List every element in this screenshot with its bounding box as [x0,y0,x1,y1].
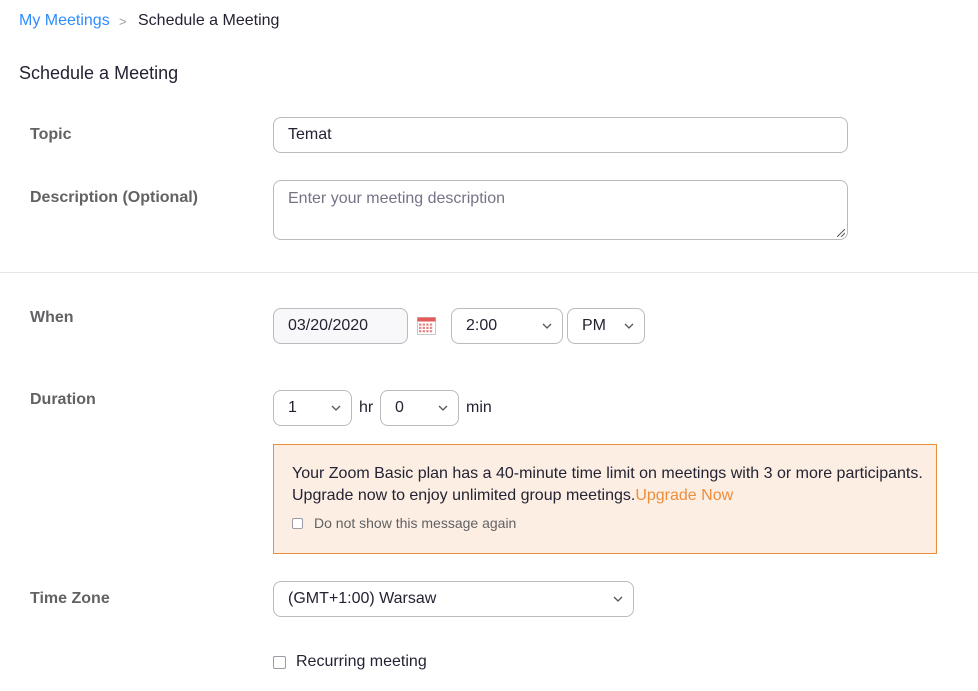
duration-minutes-select[interactable]: 0 [380,390,459,426]
breadcrumb-separator: > [119,14,127,29]
upgrade-now-link[interactable]: Upgrade Now [635,487,733,504]
breadcrumb-current: Schedule a Meeting [138,12,280,29]
section-divider [0,272,978,273]
duration-hours-select[interactable]: 1 [273,390,352,426]
notice-message: Your Zoom Basic plan has a 40-minute tim… [292,465,923,504]
notice-text: Your Zoom Basic plan has a 40-minute tim… [292,463,932,507]
timezone-value: (GMT+1:00) Warsaw [288,590,437,607]
ampm-select[interactable]: PM [567,308,645,344]
recurring-meeting-checkbox[interactable] [273,656,286,669]
duration-minutes-value: 0 [395,399,404,416]
topic-input[interactable] [273,117,848,153]
chevron-down-icon [624,323,634,329]
timezone-label: Time Zone [30,590,110,607]
recurring-meeting-label: Recurring meeting [296,653,427,670]
chevron-down-icon [613,596,623,602]
calendar-icon[interactable] [417,317,436,335]
chevron-down-icon [542,323,552,329]
plan-limit-notice: Your Zoom Basic plan has a 40-minute tim… [273,444,937,554]
duration-minutes-unit: min [466,399,492,416]
description-wrapper [273,180,848,240]
date-input[interactable]: 03/20/2020 [273,308,408,344]
chevron-down-icon [331,405,341,411]
ampm-value: PM [582,317,606,334]
timezone-select[interactable]: (GMT+1:00) Warsaw [273,581,634,617]
description-textarea[interactable] [273,180,848,240]
duration-label: Duration [30,391,96,408]
topic-label: Topic [30,126,72,143]
duration-hours-unit: hr [359,399,374,416]
dont-show-again-checkbox[interactable] [292,518,303,529]
chevron-down-icon [438,405,448,411]
dont-show-again-label: Do not show this message again [314,515,517,531]
time-select[interactable]: 2:00 [451,308,563,344]
resize-handle-icon[interactable] [837,229,845,237]
duration-hours-value: 1 [288,399,297,416]
page-title: Schedule a Meeting [19,63,179,83]
description-label: Description (Optional) [30,189,198,206]
when-label: When [30,309,74,326]
date-value: 03/20/2020 [288,317,369,334]
breadcrumb-my-meetings-link[interactable]: My Meetings [19,12,110,30]
time-value: 2:00 [466,317,498,334]
